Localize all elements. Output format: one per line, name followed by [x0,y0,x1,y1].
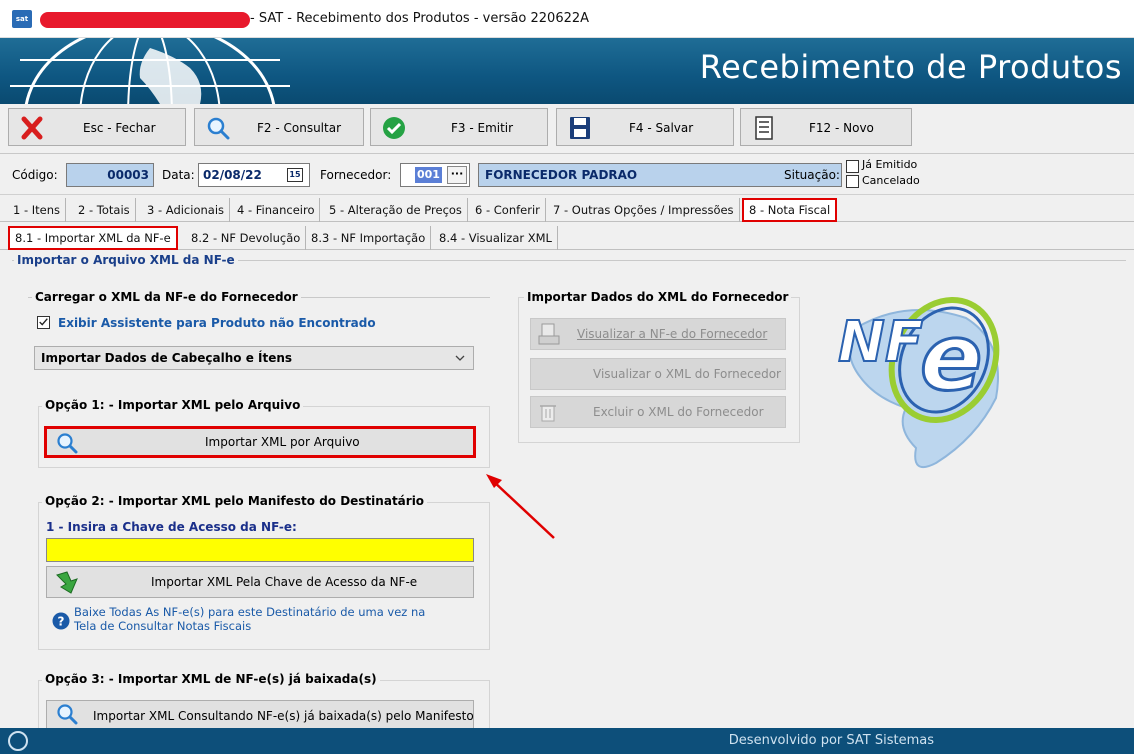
fornecedor-label: Fornecedor: [320,168,392,182]
assistente-label: Exibir Assistente para Produto não Encon… [58,316,376,330]
toolbar: Esc - Fechar F2 - Consultar F3 - Emitir … [0,104,1134,154]
title-bar: sat - SAT - Recebimento dos Produtos - v… [0,0,1134,38]
lookup-button[interactable]: ··· [447,166,467,184]
search-icon [207,117,230,140]
close-button[interactable]: Esc - Fechar [8,108,186,146]
new-button[interactable]: F12 - Novo [740,108,912,146]
help-link-line2[interactable]: Tela de Consultar Notas Fiscais [74,619,251,633]
status-text: Desenvolvido por SAT Sistemas [728,733,934,748]
svg-text:?: ? [58,615,65,629]
emit-button-label: F3 - Emitir [451,121,514,135]
tab-nf-importacao[interactable]: 8.3 - NF Importação [306,226,432,250]
checkmark-icon [39,318,48,326]
consult-button-label: F2 - Consultar [257,121,342,135]
ja-emitido-label: Já Emitido [862,158,918,171]
redacted-company-name [40,12,250,28]
floppy-disk-icon [570,117,590,139]
key-label: 1 - Insira a Chave de Acesso da NF-e: [46,520,297,534]
import-xml-panel: Importar o Arquivo XML da NF-e Carregar … [8,253,1134,728]
opcao2-title: Opção 2: - Importar XML pelo Manifesto d… [42,494,428,508]
import-downloaded-label: Importar XML Consultando NF-e(s) já baix… [93,709,474,723]
app-window: sat - SAT - Recebimento dos Produtos - v… [0,0,1134,754]
document-list-icon [755,116,773,140]
save-button-label: F4 - Salvar [629,121,694,135]
app-icon: sat [12,10,32,28]
codigo-label: Código: [12,168,58,182]
close-button-label: Esc - Fechar [83,121,156,135]
section-title: Importar o Arquivo XML da NF-e [14,253,238,267]
close-icon [21,116,43,140]
carregar-title: Carregar o XML da NF-e do Fornecedor [32,290,301,304]
arrow-annotation-icon [486,474,555,539]
ja-emitido-checkbox[interactable] [846,160,859,173]
search-icon [57,704,78,725]
import-downloaded-button[interactable]: Importar XML Consultando NF-e(s) já baix… [46,700,474,728]
delete-xml-label: Excluir o XML do Fornecedor [593,405,764,419]
status-globe-icon [8,731,28,751]
fornecedor-code-value: 001 [415,167,442,183]
header-banner: Recebimento de Produtos [0,38,1134,104]
nfe-logo: NF e [816,288,1016,478]
nfe-logo-e: e [918,304,983,411]
tab-adicionais[interactable]: 3 - Adicionais [142,198,231,222]
sub-tabs: 8.1 - Importar XML da NF-e 8.2 - NF Devo… [0,226,1134,250]
window-title: - SAT - Recebimento dos Produtos - versã… [250,11,590,26]
assistente-checkbox[interactable] [37,316,50,329]
view-nfe-label: Visualizar a NF-e do Fornecedor [577,327,768,341]
cancelado-checkbox[interactable] [846,175,859,188]
access-key-input[interactable] [46,538,474,562]
view-nfe-button[interactable]: Visualizar a NF-e do Fornecedor [530,318,786,350]
new-button-label: F12 - Novo [809,121,874,135]
view-xml-label: Visualizar o XML do Fornecedor [593,367,781,381]
view-xml-button[interactable]: Visualizar o XML do Fornecedor [530,358,786,390]
cancelado-label: Cancelado [862,174,920,187]
tab-totais[interactable]: 2 - Totais [73,198,136,222]
consult-button[interactable]: F2 - Consultar [194,108,364,146]
trash-icon [540,405,556,422]
document-header: Código: 00003 Data: 02/08/22 15 Forneced… [0,155,1134,195]
import-by-file-button[interactable]: Importar XML por Arquivo [44,426,476,458]
tab-outras-opcoes[interactable]: 7 - Outras Opções / Impressões [548,198,740,222]
search-icon [57,433,78,454]
tab-importar-xml[interactable]: 8.1 - Importar XML da NF-e [8,226,178,250]
tab-nota-fiscal[interactable]: 8 - Nota Fiscal [742,198,838,222]
document-printer-icon [538,323,560,345]
save-button[interactable]: F4 - Salvar [556,108,734,146]
tab-nf-devolucao[interactable]: 8.2 - NF Devolução [186,226,307,250]
import-by-key-button[interactable]: Importar XML Pela Chave de Acesso da NF-… [46,566,474,598]
date-value: 02/08/22 [203,168,262,182]
emit-button[interactable]: F3 - Emitir [370,108,548,146]
tab-financeiro[interactable]: 4 - Financeiro [232,198,321,222]
banner-title: Recebimento de Produtos [699,48,1122,86]
help-link-line1[interactable]: Baixe Todas As NF-e(s) para este Destina… [74,605,425,619]
main-tabs: 1 - Itens 2 - Totais 3 - Adicionais 4 - … [0,198,1134,222]
fornecedor-code-field[interactable]: 001 ··· [400,163,470,187]
download-arrow-icon [56,571,78,594]
import-by-key-label: Importar XML Pela Chave de Acesso da NF-… [151,575,418,589]
tab-itens[interactable]: 1 - Itens [8,198,67,222]
delete-xml-button[interactable]: Excluir o XML do Fornecedor [530,396,786,428]
situacao-label: Situação: [784,168,840,182]
tab-visualizar-xml[interactable]: 8.4 - Visualizar XML [434,226,558,250]
tab-alteracao-precos[interactable]: 5 - Alteração de Preços [324,198,468,222]
data-label: Data: [162,168,195,182]
status-bar: Desenvolvido por SAT Sistemas [0,728,1134,754]
tab-conferir[interactable]: 6 - Conferir [470,198,546,222]
check-circle-icon [383,117,405,139]
fornecedor-xml-title: Importar Dados do XML do Fornecedor [524,290,792,304]
import-mode-select[interactable]: Importar Dados de Cabeçalho e Ítens [34,346,474,370]
nfe-logo-text: NF [837,309,924,376]
import-by-file-label: Importar XML por Arquivo [205,435,360,449]
chevron-down-icon [455,355,465,361]
calendar-icon[interactable]: 15 [287,168,303,182]
codigo-field[interactable]: 00003 [66,163,154,187]
opcao3-title: Opção 3: - Importar XML de NF-e(s) já ba… [42,672,380,686]
globe-icon [10,38,290,104]
help-icon[interactable]: ? [52,612,70,630]
import-mode-value: Importar Dados de Cabeçalho e Ítens [41,351,293,365]
opcao1-title: Opção 1: - Importar XML pelo Arquivo [42,398,304,412]
date-field[interactable]: 02/08/22 15 [198,163,310,187]
